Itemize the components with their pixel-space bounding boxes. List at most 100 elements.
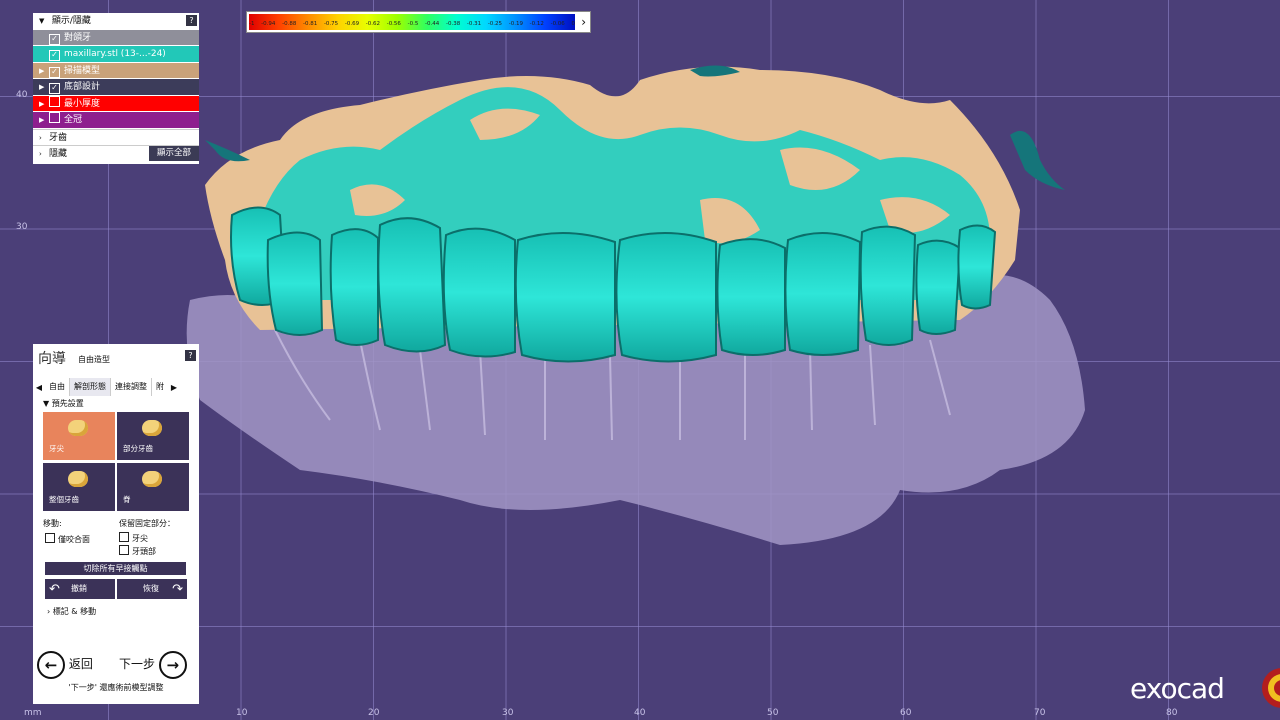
ruler-tick: 70 [1034,708,1046,718]
tool-ridge[interactable]: 脊 [117,463,189,511]
layer-row-maxillary[interactable]: ✓ maxillary.stl (13-...-24) [33,46,199,63]
ruler-tick: 20 [368,708,380,718]
scale-tick: -0.56 [386,21,401,27]
scale-tick: -0.88 [282,21,297,27]
scale-tick: -0.44 [425,21,440,27]
tab-attachment[interactable]: 附 [152,378,168,396]
tab-anatomy[interactable]: 解剖形態 [70,378,111,396]
undo-label: 撤銷 [71,584,87,593]
tab-connector[interactable]: 連接調整 [111,378,152,396]
tool-label: 部分牙齒 [123,444,153,453]
wizard-subtitle: 自由造型 [78,355,110,364]
wizard-tabs: ◀ 自由 解剖形態 連接調整 附 ▶ [33,378,199,396]
scale-tick: -0.38 [445,21,461,27]
wizard-hint: '下一步' 還應術前模型調整 [68,683,164,692]
chevron-down-icon: ▼ [39,17,45,25]
keep-cusp-checkbox[interactable]: 牙尖 [119,532,148,544]
help-button[interactable]: ? [185,350,196,361]
redo-label: 恢復 [143,584,159,593]
layer-label: 掃描模型 [64,65,101,76]
ruler-unit: mm [24,708,42,718]
whole-tooth-icon [68,471,88,487]
layer-row-antagonist[interactable]: ✓ 對頜牙 [33,29,199,46]
ruler-tick: 30 [16,222,28,232]
chevron-right-icon[interactable]: ▶ [39,79,49,95]
chevron-right-icon[interactable]: ▶ [39,96,49,112]
keep-fixed-label: 保留固定部分： [119,519,175,528]
teeth-group-row[interactable]: › 牙齒 [33,128,199,145]
scale-tick: -0.75 [323,21,339,27]
tool-label: 牙尖 [49,444,64,453]
scale-tick: -0.25 [487,21,503,27]
tool-partial-tooth[interactable]: 部分牙齒 [117,412,189,460]
scale-expand-button[interactable]: › [581,15,586,29]
chevron-down-icon: ▼ [43,399,52,408]
cusp-icon [68,420,88,436]
hidden-group-label: 隱藏 [49,149,68,159]
preset-header[interactable]: ▼ 預先設置 [43,398,84,409]
arrow-left-icon: ← [37,650,65,679]
tool-whole-tooth[interactable]: 整個牙齒 [43,463,115,511]
tab-prev-arrow-icon[interactable]: ◀ [33,383,45,392]
layer-checkbox[interactable]: ✓ [49,83,60,94]
layer-label: 全冠 [64,115,83,125]
wizard-panel: 向導 自由造型 ? ◀ 自由 解剖形態 連接調整 附 ▶ ▼ 預先設置 牙尖 部… [33,344,199,704]
scale-tick: -0.06 [550,21,565,27]
layer-label: 最小厚度 [64,98,101,109]
layer-row-min-thickness[interactable]: ▶ 最小厚度 [33,95,199,112]
tab-free[interactable]: 自由 [45,378,70,396]
teeth-group-label: 牙齒 [49,132,68,143]
display-panel-header[interactable]: ▼ 顯示/隱藏 ? [33,13,199,30]
next-button[interactable]: 下一步 → [119,650,187,679]
layer-row-full-crown[interactable]: ▶ 全冠 [33,112,199,129]
ruler-tick: 40 [16,90,28,100]
mark-move-section[interactable]: › 標記 & 移動 [47,606,96,617]
scale-tick: -0.81 [303,21,318,27]
ruler-tick: 40 [634,708,646,718]
tool-label: 脊 [123,495,131,504]
redo-icon: ↷ [172,582,183,597]
layer-checkbox[interactable] [49,95,60,107]
keep-crown-checkbox[interactable]: 牙頭部 [119,545,156,557]
back-label: 返回 [68,657,93,671]
undo-button[interactable]: ↶ 撤銷 [45,579,115,599]
show-all-button[interactable]: 顯示全部 [148,146,199,161]
ruler-tick: 30 [502,708,514,718]
next-label: 下一步 [119,657,156,671]
layer-checkbox[interactable] [49,112,60,123]
layer-row-scan-model[interactable]: ▶ ✓ 掃描模型 [33,62,199,79]
layer-checkbox[interactable]: ✓ [49,50,60,61]
ruler-tick: 10 [236,708,248,718]
checkbox-box[interactable] [119,545,129,555]
ruler-tick: 50 [767,708,779,718]
scale-tick: -0.12 [529,21,544,27]
move-label: 移動: [43,519,62,528]
deviation-color-scale: -1 -0.94 -0.88 -0.81 -0.75 -0.69 -0.62 -… [246,11,591,33]
layer-checkbox[interactable]: ✓ [49,66,60,78]
layer-checkbox[interactable]: ✓ [49,33,60,45]
layer-row-base-design[interactable]: ▶ ✓ 底部設計 [33,79,199,96]
checkbox-box[interactable] [45,533,55,543]
preset-header-label: 預先設置 [51,399,84,408]
tool-cusp[interactable]: 牙尖 [43,412,115,460]
chevron-right-icon[interactable]: ▶ [39,112,49,128]
mark-move-label: 標記 & 移動 [52,607,97,616]
remove-early-contacts-button[interactable]: 切除所有早接觸點 [45,562,186,575]
scale-ticks: -1 -0.94 -0.88 -0.81 -0.75 -0.69 -0.62 -… [249,21,575,31]
chevron-right-icon[interactable]: ▶ [39,63,49,79]
back-button[interactable]: ← 返回 [37,650,93,679]
redo-button[interactable]: 恢復 ↷ [117,579,187,599]
scale-tick: -0.19 [508,21,523,27]
layer-label: 底部設計 [64,82,101,92]
checkbox-box[interactable] [119,532,129,542]
arrow-right-icon: → [158,650,187,679]
scale-tick: -0.31 [466,21,482,27]
seal-logo-icon [1262,668,1280,708]
chevron-right-icon: › [39,133,42,142]
occlusal-only-checkbox[interactable]: 僅咬合面 [45,533,90,545]
hidden-group-row[interactable]: › 隱藏 顯示全部 [33,145,199,162]
scale-tick: -0.5 [407,21,419,27]
tab-next-arrow-icon[interactable]: ▶ [168,383,180,392]
scale-tick: -0.69 [344,21,360,27]
help-button[interactable]: ? [186,15,197,26]
